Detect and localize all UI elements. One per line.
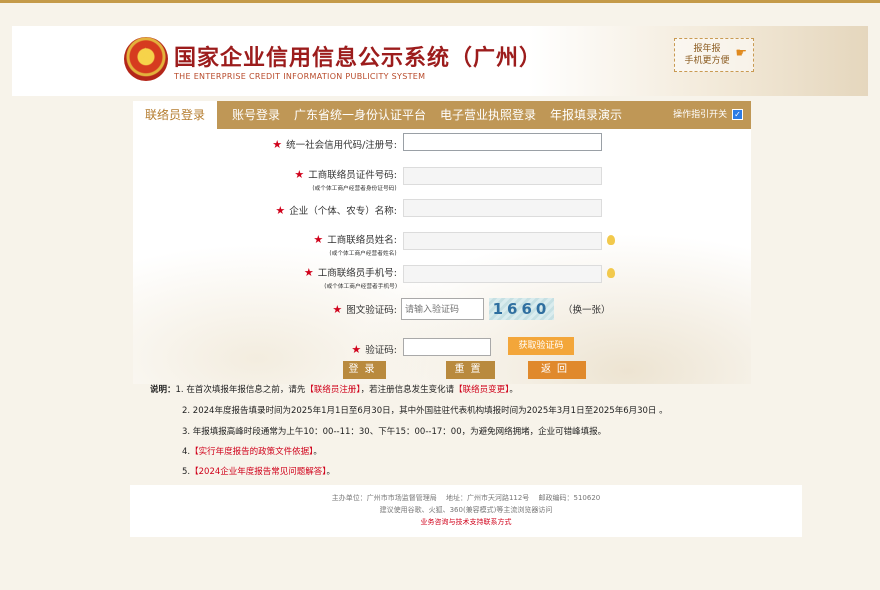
top-accent-bar [0,0,880,3]
contact-register-link[interactable]: 【联络员注册】 [305,385,360,395]
get-sms-code-button[interactable]: 获取验证码 [508,337,574,355]
guide-toggle-label: 操作指引开关 [673,110,728,120]
login-button[interactable]: 登录 [343,361,386,379]
contact-name-sublabel: (或个体工商户经营者姓名) [329,250,397,257]
tab-unified-auth[interactable]: 广东省统一身份认证平台 [287,101,433,129]
contact-phone-input[interactable] [403,265,602,283]
guide-toggle[interactable]: 操作指引开关 ✓ [673,101,743,129]
row-contact-name: ★ 工商联络员姓名: (或个体工商户经营者姓名) [133,232,751,257]
tab-e-license-login[interactable]: 电子营业执照登录 [433,101,543,129]
footer-organizer: 主办单位：广州市市场监督管理局 地址：广州市天河路112号 邮政编码：51062… [331,494,601,502]
hint-bulb-icon[interactable] [607,235,615,245]
mobile-report-button[interactable]: 报年报 手机更方便 ☛ [674,38,754,72]
tab-account-login[interactable]: 账号登录 [225,101,287,129]
hint-bulb-icon[interactable] [607,268,615,278]
national-emblem-icon: ★ [124,37,168,81]
footer-browser-hint: 建议使用谷歌、火狐、360(兼容模式)等主流浏览器访问 [379,506,553,514]
login-tabs: 联络员登录 账号登录 广东省统一身份认证平台 电子营业执照登录 年报填录演示 操… [133,101,751,129]
reset-button[interactable]: 重置 [446,361,495,379]
contact-change-link[interactable]: 【联络员变更】 [454,385,509,395]
note-4: 4.【实行年度报告的政策文件依据】。 [182,447,322,457]
credit-code-input[interactable] [403,133,602,151]
contact-name-label: ★ 工商联络员姓名: (或个体工商户经营者姓名) [313,233,397,257]
image-captcha-input[interactable] [401,298,484,320]
notes-title: 说明： [150,385,176,395]
id-number-sublabel: (或个体工商户经营者身份证号码) [312,185,397,192]
site-header: ★ 国家企业信用信息公示系统（广州） THE ENTERPRISE CREDIT… [12,26,868,96]
tab-contact-login[interactable]: 联络员登录 [133,101,217,129]
id-number-input[interactable] [403,167,602,185]
captcha-refresh-link[interactable]: （换一张） [563,302,611,316]
site-footer: 主办单位：广州市市场监督管理局 地址：广州市天河路112号 邮政编码：51062… [130,485,802,537]
contact-name-input[interactable] [403,232,602,250]
image-captcha-label: ★ 图文验证码: [332,303,397,316]
guide-checkbox[interactable]: ✓ [732,109,743,120]
contact-phone-label: ★ 工商联络员手机号: (或个体工商户经营者手机号) [303,266,397,290]
faq-link[interactable]: 【2024企业年度报告常见问题解答】 [190,467,326,477]
captcha-image[interactable]: 1660 [489,298,554,320]
note-3: 3. 年报填报高峰时段通常为上午10：00--11：30、下午15：00--17… [182,427,607,437]
tab-report-demo[interactable]: 年报填录演示 [543,101,629,129]
row-contact-phone: ★ 工商联络员手机号: (或个体工商户经营者手机号) [133,265,751,290]
note-5: 5.【2024企业年度报告常见问题解答】。 [182,467,336,477]
hand-pointer-icon: ☛ [735,46,747,61]
id-number-label: ★ 工商联络员证件号码: (或个体工商户经营者身份证号码) [294,168,397,192]
row-id-number: ★ 工商联络员证件号码: (或个体工商户经营者身份证号码) [133,167,751,192]
note-1: 说明：1. 在首次填报年报信息之前，请先【联络员注册】，若注册信息发生变化请【联… [150,385,518,395]
policy-document-link[interactable]: 【实行年度报告的政策文件依据】 [190,447,313,457]
row-company-name: ★ 企业（个体、农专）名称: [133,199,751,221]
footer-support-link[interactable]: 业务咨询与技术支持联系方式 [130,516,802,528]
sms-code-label: ★ 验证码: [351,343,397,356]
sms-code-input[interactable] [403,338,491,356]
row-sms-code: ★ 验证码: 获取验证码 [133,337,751,360]
row-credit-code: ★ 统一社会信用代码/注册号: [133,133,751,155]
login-panel: 联络员登录 账号登录 广东省统一身份认证平台 电子营业执照登录 年报填录演示 操… [133,101,751,384]
site-title: 国家企业信用信息公示系统（广州） [174,46,543,71]
company-name-label: ★ 企业（个体、农专）名称: [275,204,397,217]
contact-phone-sublabel: (或个体工商户经营者手机号) [324,283,397,290]
site-subtitle: THE ENTERPRISE CREDIT INFORMATION PUBLIC… [174,72,426,81]
credit-code-label: ★ 统一社会信用代码/注册号: [272,138,397,151]
row-image-captcha: ★图文验证码: 1660 （换一张） [133,298,751,320]
back-button[interactable]: 返回 [528,361,586,379]
note-2: 2. 2024年度报告填录时间为2025年1月1日至6月30日，其中外国驻驻代表… [182,406,668,416]
company-name-input[interactable] [403,199,602,217]
